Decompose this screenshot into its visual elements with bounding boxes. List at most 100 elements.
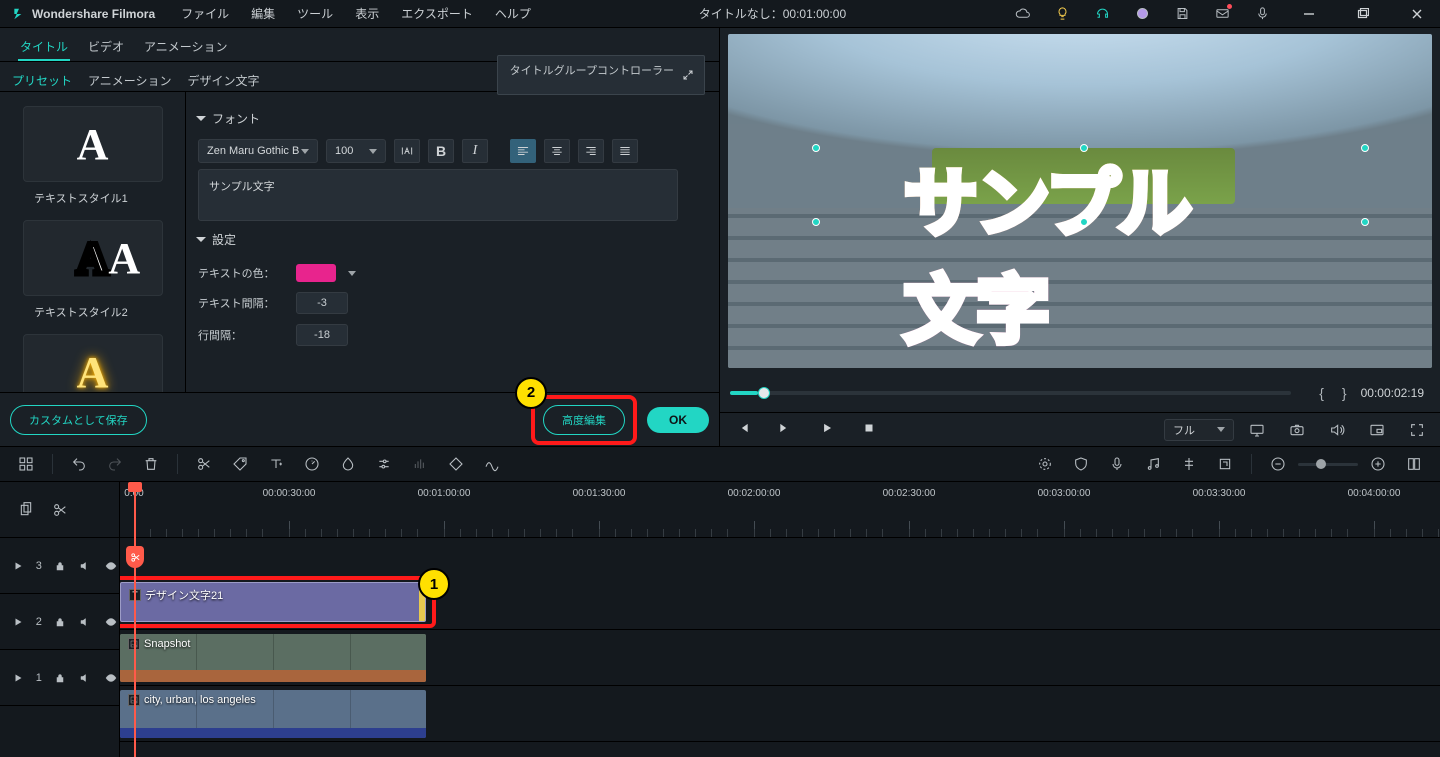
track-lane-2[interactable]: Snapshot: [120, 630, 1440, 686]
shield-icon[interactable]: [1065, 450, 1097, 478]
volume-icon[interactable]: [1324, 419, 1350, 441]
bold-button[interactable]: B: [428, 139, 454, 163]
menu-export[interactable]: エクスポート: [393, 1, 481, 26]
seek-bar[interactable]: [730, 391, 1291, 395]
idea-icon[interactable]: [1046, 0, 1078, 28]
snapshot-icon[interactable]: [1284, 419, 1310, 441]
fit-icon[interactable]: [1398, 450, 1430, 478]
undo-icon[interactable]: [63, 450, 95, 478]
play-button[interactable]: [820, 421, 834, 438]
save-custom-button[interactable]: カスタムとして保存: [10, 405, 147, 435]
menu-view[interactable]: 表示: [347, 1, 387, 26]
text-tool-icon[interactable]: [260, 450, 292, 478]
step-back-button[interactable]: [736, 421, 750, 438]
mic-icon[interactable]: [1101, 450, 1133, 478]
color-icon[interactable]: [332, 450, 364, 478]
clip-snapshot[interactable]: Snapshot: [120, 634, 426, 682]
menu-tool[interactable]: ツール: [289, 1, 341, 26]
menu-help[interactable]: ヘルプ: [487, 1, 539, 26]
lock-icon[interactable]: [52, 560, 68, 572]
redo-icon[interactable]: [99, 450, 131, 478]
sample-text-input[interactable]: サンプル文字: [198, 169, 678, 221]
chevron-down-icon[interactable]: [348, 271, 356, 276]
subtab-animation[interactable]: アニメーション: [88, 72, 172, 85]
align-right-button[interactable]: [578, 139, 604, 163]
render-icon[interactable]: [1029, 450, 1061, 478]
title-group-controller-button[interactable]: タイトルグループコントローラー: [497, 55, 705, 95]
mute-icon[interactable]: [78, 672, 94, 684]
mail-icon[interactable]: [1206, 0, 1238, 28]
cut-header-icon[interactable]: [52, 502, 68, 518]
save-icon[interactable]: [1166, 0, 1198, 28]
stop-button[interactable]: [862, 421, 876, 438]
style-card-2[interactable]: A: [23, 220, 163, 296]
tab-video[interactable]: ビデオ: [86, 38, 126, 61]
step-forward-button[interactable]: [778, 421, 792, 438]
font-section-label[interactable]: フォント: [196, 104, 709, 133]
window-close[interactable]: [1394, 0, 1440, 28]
tab-animation[interactable]: アニメーション: [142, 38, 230, 61]
window-maximize[interactable]: [1340, 0, 1386, 28]
pip-icon[interactable]: [1364, 419, 1390, 441]
style-card-1[interactable]: A: [23, 106, 163, 182]
eye-icon[interactable]: [103, 672, 119, 684]
subtab-design[interactable]: デザイン文字: [188, 72, 260, 85]
delete-icon[interactable]: [135, 450, 167, 478]
adjust-icon[interactable]: [368, 450, 400, 478]
subtab-preset[interactable]: プリセット: [12, 72, 72, 85]
settings-section-label[interactable]: 設定: [196, 225, 709, 254]
ok-button[interactable]: OK: [647, 407, 709, 433]
text-spacing-value[interactable]: -3: [296, 292, 348, 314]
tracking-icon[interactable]: [394, 139, 420, 163]
speed-icon[interactable]: [296, 450, 328, 478]
preview-canvas[interactable]: サンプル文字: [728, 34, 1432, 368]
zoom-in-icon[interactable]: [1362, 450, 1394, 478]
text-color-swatch[interactable]: [296, 264, 336, 282]
mute-icon[interactable]: [78, 560, 94, 572]
menu-file[interactable]: ファイル: [173, 1, 237, 26]
mute-icon[interactable]: [78, 616, 94, 628]
quality-select[interactable]: フル: [1164, 419, 1234, 441]
crop-icon[interactable]: [1209, 450, 1241, 478]
track-area[interactable]: 0:0000:00:30:0000:01:00:0000:01:30:0000:…: [120, 482, 1440, 757]
layout-icon[interactable]: [10, 450, 42, 478]
italic-button[interactable]: I: [462, 139, 488, 163]
headset-icon[interactable]: [1086, 0, 1118, 28]
font-size-select[interactable]: 100: [326, 139, 386, 163]
menu-edit[interactable]: 編集: [243, 1, 283, 26]
lock-icon[interactable]: [52, 672, 68, 684]
cut-icon[interactable]: [188, 450, 220, 478]
clip-city[interactable]: city, urban, los angeles: [120, 690, 426, 738]
clip-title-text[interactable]: Tデザイン文字21: [120, 582, 426, 622]
track-lane-1[interactable]: city, urban, los angeles: [120, 686, 1440, 742]
eye-icon[interactable]: [103, 560, 119, 572]
zoom-slider[interactable]: [1298, 463, 1358, 466]
display-icon[interactable]: [1244, 419, 1270, 441]
zoom-out-icon[interactable]: [1262, 450, 1294, 478]
tag-icon[interactable]: [224, 450, 256, 478]
brace-markers[interactable]: {}: [1319, 385, 1346, 401]
eye-icon[interactable]: [103, 616, 119, 628]
copy-icon[interactable]: [18, 502, 34, 518]
keyframe-icon[interactable]: [440, 450, 472, 478]
tab-title[interactable]: タイトル: [18, 38, 70, 61]
preview-title-text[interactable]: サンプル文字: [904, 144, 1256, 358]
avatar-icon[interactable]: [1126, 0, 1158, 28]
font-family-select[interactable]: Zen Maru Gothic B: [198, 139, 318, 163]
fullscreen-icon[interactable]: [1404, 419, 1430, 441]
align-justify-button[interactable]: [612, 139, 638, 163]
equalizer-icon[interactable]: [404, 450, 436, 478]
stabilize-icon[interactable]: [476, 450, 508, 478]
marker-icon[interactable]: [1173, 450, 1205, 478]
playhead-cut-icon[interactable]: [126, 546, 144, 568]
align-center-button[interactable]: [544, 139, 570, 163]
align-left-button[interactable]: [510, 139, 536, 163]
line-spacing-value[interactable]: -18: [296, 324, 348, 346]
time-ruler[interactable]: 0:0000:00:30:0000:01:00:0000:01:30:0000:…: [120, 482, 1440, 538]
cloud-icon[interactable]: [1006, 0, 1038, 28]
music-icon[interactable]: [1137, 450, 1169, 478]
playhead[interactable]: [134, 482, 136, 757]
advanced-edit-button[interactable]: 高度編集: [543, 405, 625, 435]
lock-icon[interactable]: [52, 616, 68, 628]
track-lane-3[interactable]: 1 Tデザイン文字21: [120, 574, 1440, 630]
